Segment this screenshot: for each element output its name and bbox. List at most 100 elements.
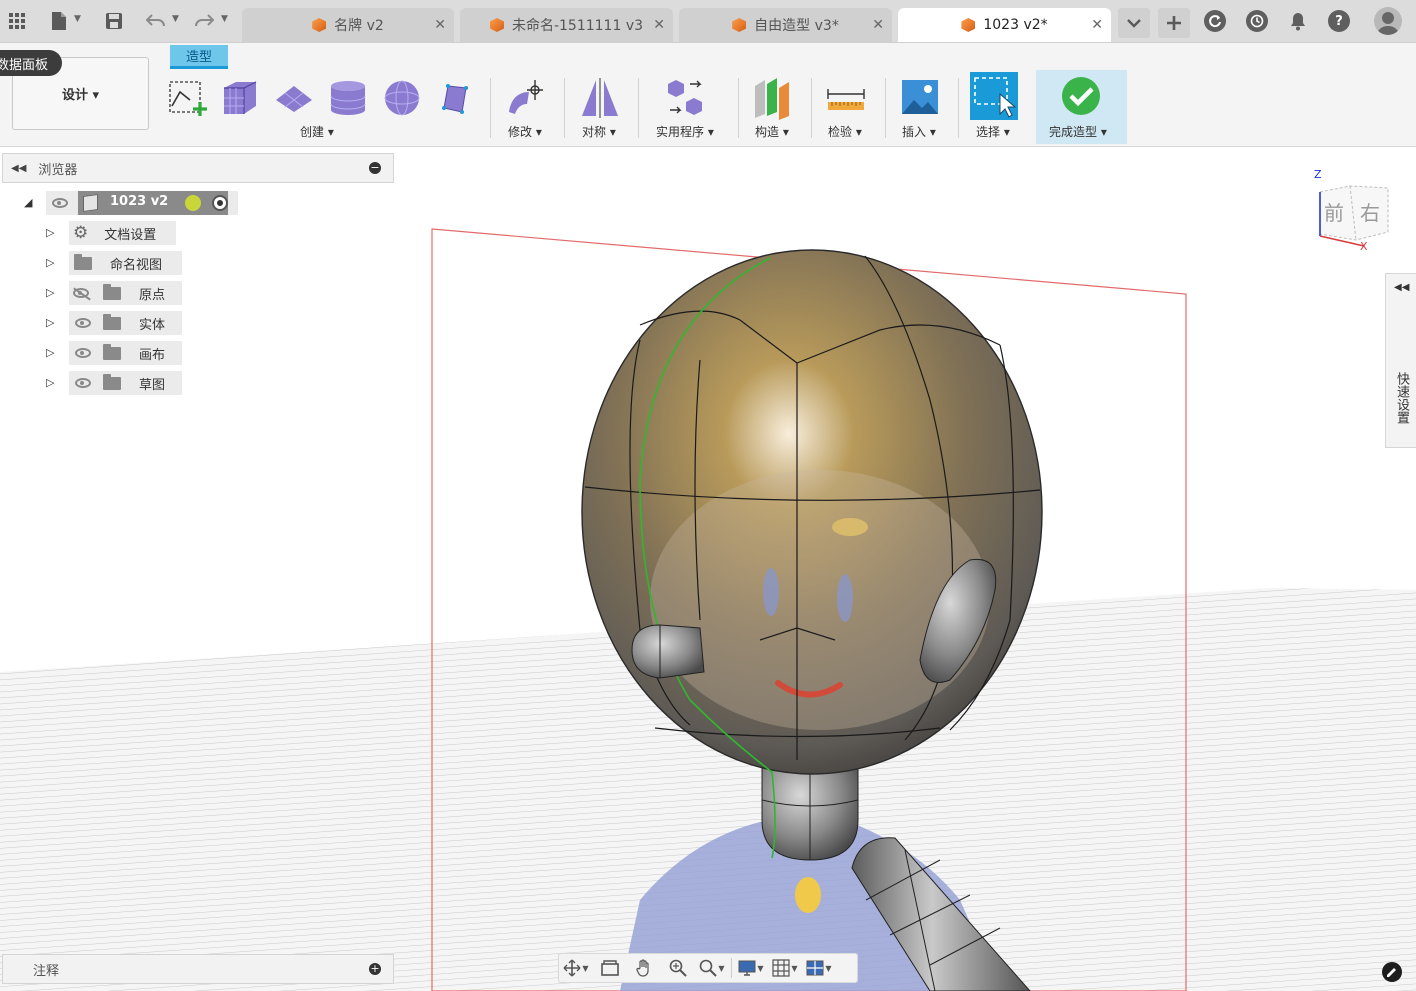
3d-viewport[interactable] xyxy=(0,147,1416,991)
quick-settings-panel[interactable]: ◀◀ 快速设置 xyxy=(1385,273,1416,448)
offset-plane-icon[interactable] xyxy=(751,76,795,120)
create-menu[interactable]: 创建 ▾ xyxy=(300,123,334,140)
browser-item-label: 实体 xyxy=(139,317,166,333)
orbit-icon[interactable]: ▼ xyxy=(559,955,593,981)
expand-toggle-icon[interactable]: ▷ xyxy=(46,376,54,389)
tab-sculpt[interactable]: 造型 xyxy=(170,45,228,69)
measure-icon[interactable] xyxy=(824,76,868,120)
ribbon-divider xyxy=(490,78,491,138)
plus-icon[interactable] xyxy=(1158,8,1190,38)
clock-icon[interactable] xyxy=(1246,10,1268,32)
tab-list-chevron-down-icon[interactable] xyxy=(1118,8,1150,38)
insert-menu[interactable]: 插入 ▾ xyxy=(902,123,936,140)
close-icon[interactable]: ✕ xyxy=(653,17,665,33)
eye-icon[interactable] xyxy=(75,348,91,358)
grid-icon[interactable] xyxy=(4,8,30,34)
save-icon[interactable] xyxy=(101,8,127,34)
redo-caret-icon[interactable]: ▼ xyxy=(221,14,228,24)
doc-tab-4[interactable]: 1023 v2* ✕ xyxy=(898,8,1111,42)
comments-panel-header[interactable]: 注释 + xyxy=(2,954,394,984)
redo-icon[interactable] xyxy=(191,8,217,34)
gear-icon: ⚙ xyxy=(73,223,89,243)
eye-hidden-icon[interactable] xyxy=(73,287,91,301)
root-component-name: 1023 v2 xyxy=(110,194,169,209)
browser-item-origin[interactable]: 原点 xyxy=(69,281,182,305)
browser-item-bodies[interactable]: 实体 xyxy=(69,311,182,335)
select-icon[interactable] xyxy=(970,72,1018,120)
expand-toggle-icon[interactable]: ◢ xyxy=(24,196,32,209)
grid-snaps-icon[interactable]: ▼ xyxy=(768,955,802,981)
browser-panel-header[interactable]: ◀◀ 浏览器 − xyxy=(2,153,394,183)
display-settings-icon[interactable]: ▼ xyxy=(734,955,768,981)
create-sketch-icon[interactable] xyxy=(166,76,210,120)
eye-icon[interactable] xyxy=(75,318,91,328)
browser-root-item[interactable]: 1023 v2 xyxy=(46,191,238,215)
browser-item-document-settings[interactable]: ⚙ 文档设置 xyxy=(69,221,176,245)
box-icon[interactable] xyxy=(218,76,262,120)
look-at-icon[interactable] xyxy=(593,955,627,981)
eye-icon[interactable] xyxy=(52,198,68,208)
axis-z-label: Z xyxy=(1314,168,1322,181)
insert-image-icon[interactable] xyxy=(898,76,942,120)
browser-item-canvases[interactable]: 画布 xyxy=(69,341,182,365)
undo-caret-icon[interactable]: ▼ xyxy=(172,14,179,24)
modify-menu[interactable]: 修改 ▾ xyxy=(508,123,542,140)
sync-icon[interactable] xyxy=(1204,10,1226,32)
quadball-icon[interactable] xyxy=(434,76,478,120)
browser-item-named-views[interactable]: 命名视图 xyxy=(69,251,182,275)
expand-toggle-icon[interactable]: ▷ xyxy=(46,256,54,269)
double-chevron-left-icon[interactable]: ◀◀ xyxy=(11,163,26,174)
doc-tab-3[interactable]: 自由造型 v3* ✕ xyxy=(679,8,892,42)
folder-icon xyxy=(103,373,121,390)
construct-menu[interactable]: 构造 ▾ xyxy=(755,123,789,140)
browser-item-sketches[interactable]: 草图 xyxy=(69,371,182,395)
button-shape xyxy=(795,877,821,913)
doc-tab-1[interactable]: 名牌 v2 ✕ xyxy=(242,8,454,42)
bell-icon[interactable] xyxy=(1285,8,1311,34)
navigation-bar: ▼ ▼ ▼ ▼ ▼ xyxy=(558,953,858,983)
browser-item-label: 命名视图 xyxy=(110,257,163,273)
sphere-icon[interactable] xyxy=(380,76,424,120)
data-panel-button[interactable]: 数据面板 xyxy=(0,50,63,76)
pan-hand-icon[interactable] xyxy=(627,955,661,981)
file-menu-caret-icon[interactable]: ▼ xyxy=(74,14,81,24)
select-menu[interactable]: 选择 ▾ xyxy=(976,123,1010,140)
finish-form-label[interactable]: 完成造型 ▾ xyxy=(1049,123,1107,140)
add-comment-icon[interactable]: + xyxy=(369,963,381,975)
help-icon[interactable]: ? xyxy=(1328,10,1350,32)
close-icon[interactable]: ✕ xyxy=(872,17,884,33)
expand-toggle-icon[interactable]: ▷ xyxy=(46,286,54,299)
undo-icon[interactable] xyxy=(143,8,169,34)
feedback-icon[interactable] xyxy=(1382,962,1402,982)
ribbon-divider xyxy=(811,78,812,138)
cylinder-icon[interactable] xyxy=(326,76,370,120)
symmetry-icon[interactable] xyxy=(578,76,622,120)
edit-form-icon[interactable] xyxy=(505,76,549,120)
double-chevron-left-icon[interactable]: ◀◀ xyxy=(1394,282,1409,293)
zoom-icon[interactable] xyxy=(661,955,695,981)
close-icon[interactable]: ✕ xyxy=(1091,17,1103,33)
symmetry-menu[interactable]: 对称 ▾ xyxy=(582,123,616,140)
convert-icon[interactable] xyxy=(664,76,708,120)
checkmark-icon[interactable] xyxy=(1060,76,1104,120)
close-icon[interactable]: ✕ xyxy=(434,17,446,33)
utilities-menu[interactable]: 实用程序 ▾ xyxy=(656,123,714,140)
expand-toggle-icon[interactable]: ▷ xyxy=(46,346,54,359)
expand-toggle-icon[interactable]: ▷ xyxy=(46,226,54,239)
browser-item-label: 草图 xyxy=(139,377,166,393)
plane-icon[interactable] xyxy=(272,76,316,120)
inspect-menu[interactable]: 检验 ▾ xyxy=(828,123,862,140)
collapse-icon[interactable]: − xyxy=(369,162,381,174)
ribbon-divider xyxy=(638,78,639,138)
file-icon[interactable] xyxy=(46,8,72,34)
expand-toggle-icon[interactable]: ▷ xyxy=(46,316,54,329)
eye-icon[interactable] xyxy=(75,378,91,388)
viewports-icon[interactable]: ▼ xyxy=(802,955,836,981)
view-cube-right-face: 右 xyxy=(1360,201,1380,225)
activate-icon[interactable] xyxy=(185,195,201,211)
ribbon-divider xyxy=(885,78,886,138)
view-cube[interactable]: Z X 前 右 xyxy=(1312,162,1404,253)
fit-zoom-icon[interactable]: ▼ xyxy=(695,955,729,981)
doc-tab-2[interactable]: 未命名-1511111 v3 ✕ xyxy=(460,8,673,42)
avatar-icon[interactable] xyxy=(1374,7,1402,35)
